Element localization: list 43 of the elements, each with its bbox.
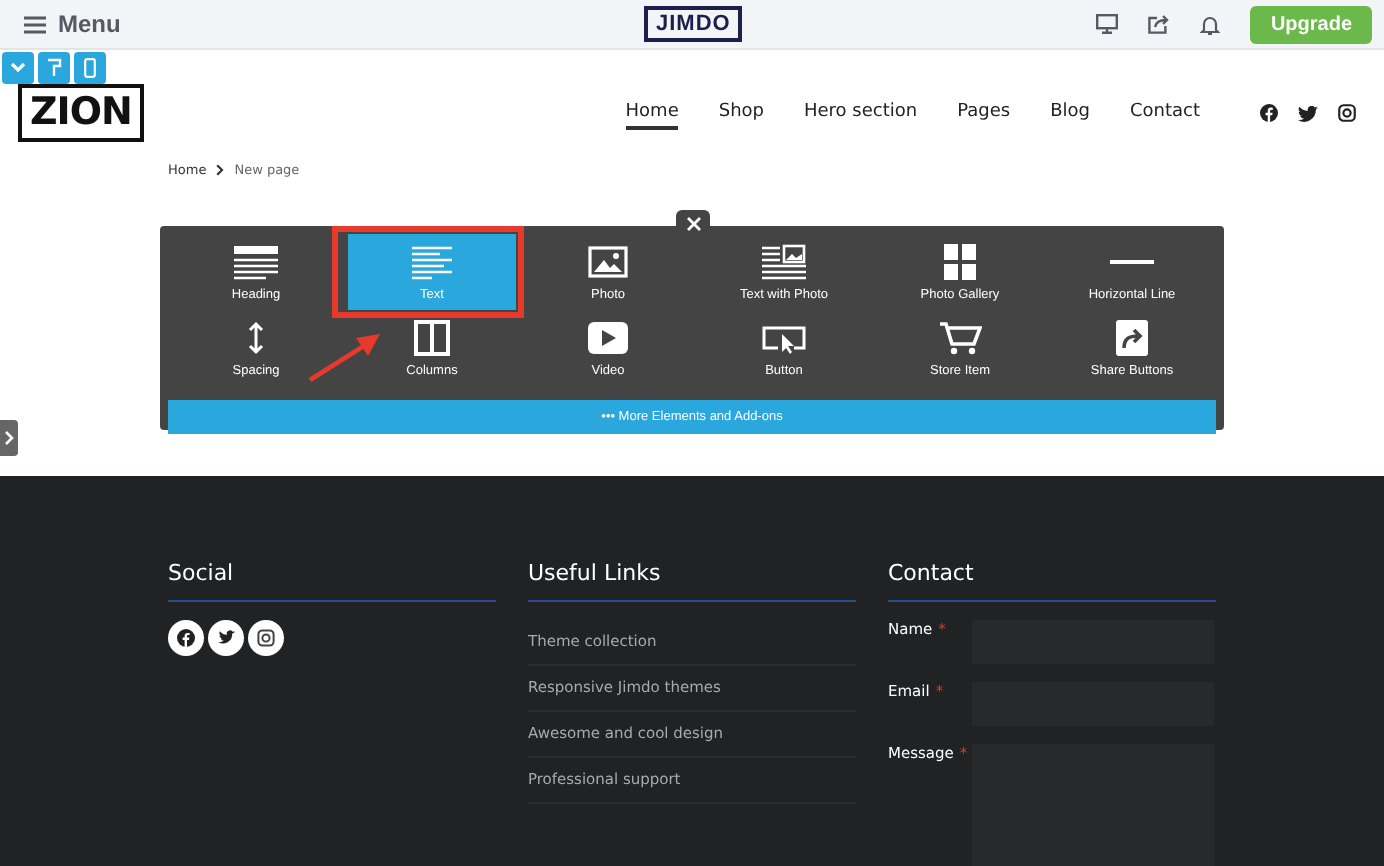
photo-element-icon	[586, 243, 630, 279]
bell-icon[interactable]	[1200, 13, 1221, 35]
paint-roller-icon	[46, 58, 62, 78]
section-heading: Contact	[888, 560, 976, 588]
text-photo-element-icon	[762, 243, 806, 279]
line-element-icon	[1110, 259, 1154, 263]
instagram-icon[interactable]	[248, 620, 284, 656]
chevron-right-icon	[4, 430, 14, 446]
paint-roller-button[interactable]	[38, 52, 70, 84]
phone-icon	[84, 58, 96, 78]
desktop-icon[interactable]	[1096, 14, 1119, 34]
video-element-icon	[586, 319, 630, 355]
sidebar-handle[interactable]	[0, 420, 18, 456]
chevron-icon	[216, 164, 225, 176]
share-element-icon	[1110, 319, 1154, 355]
collapse-button[interactable]	[2, 52, 34, 84]
menu-icon[interactable]	[24, 15, 46, 33]
facebook-icon[interactable]	[1260, 104, 1278, 122]
gallery-element-icon	[938, 243, 982, 279]
section-heading: Social	[168, 560, 236, 588]
close-icon	[685, 216, 701, 232]
section-heading: Useful Links	[528, 560, 663, 588]
nav-link[interactable]: Contact	[1129, 97, 1200, 129]
nav-link[interactable]: Pages	[957, 97, 1011, 129]
share-icon[interactable]	[1148, 14, 1171, 34]
pointer-arrow	[306, 332, 386, 384]
columns-element-icon	[410, 319, 454, 355]
chevron-down-icon	[10, 62, 26, 74]
twitter-icon[interactable]	[208, 620, 244, 656]
heading-element-icon	[234, 243, 278, 279]
store-element-icon	[938, 319, 982, 355]
nav-link[interactable]: Home	[625, 97, 679, 129]
text-element-icon	[410, 243, 454, 279]
facebook-icon[interactable]	[168, 620, 204, 656]
nav-link[interactable]: Hero section	[804, 97, 918, 129]
site-logo[interactable]: ZION	[18, 84, 144, 142]
jimdo-logo: JIMDO	[644, 6, 743, 42]
mobile-view-button[interactable]	[74, 52, 106, 84]
menu-label[interactable]: Menu	[58, 10, 121, 38]
twitter-icon[interactable]	[1298, 105, 1318, 121]
nav-link[interactable]: Blog	[1050, 97, 1090, 129]
nav-link[interactable]: Shop	[718, 97, 764, 129]
instagram-icon[interactable]	[1338, 104, 1356, 122]
